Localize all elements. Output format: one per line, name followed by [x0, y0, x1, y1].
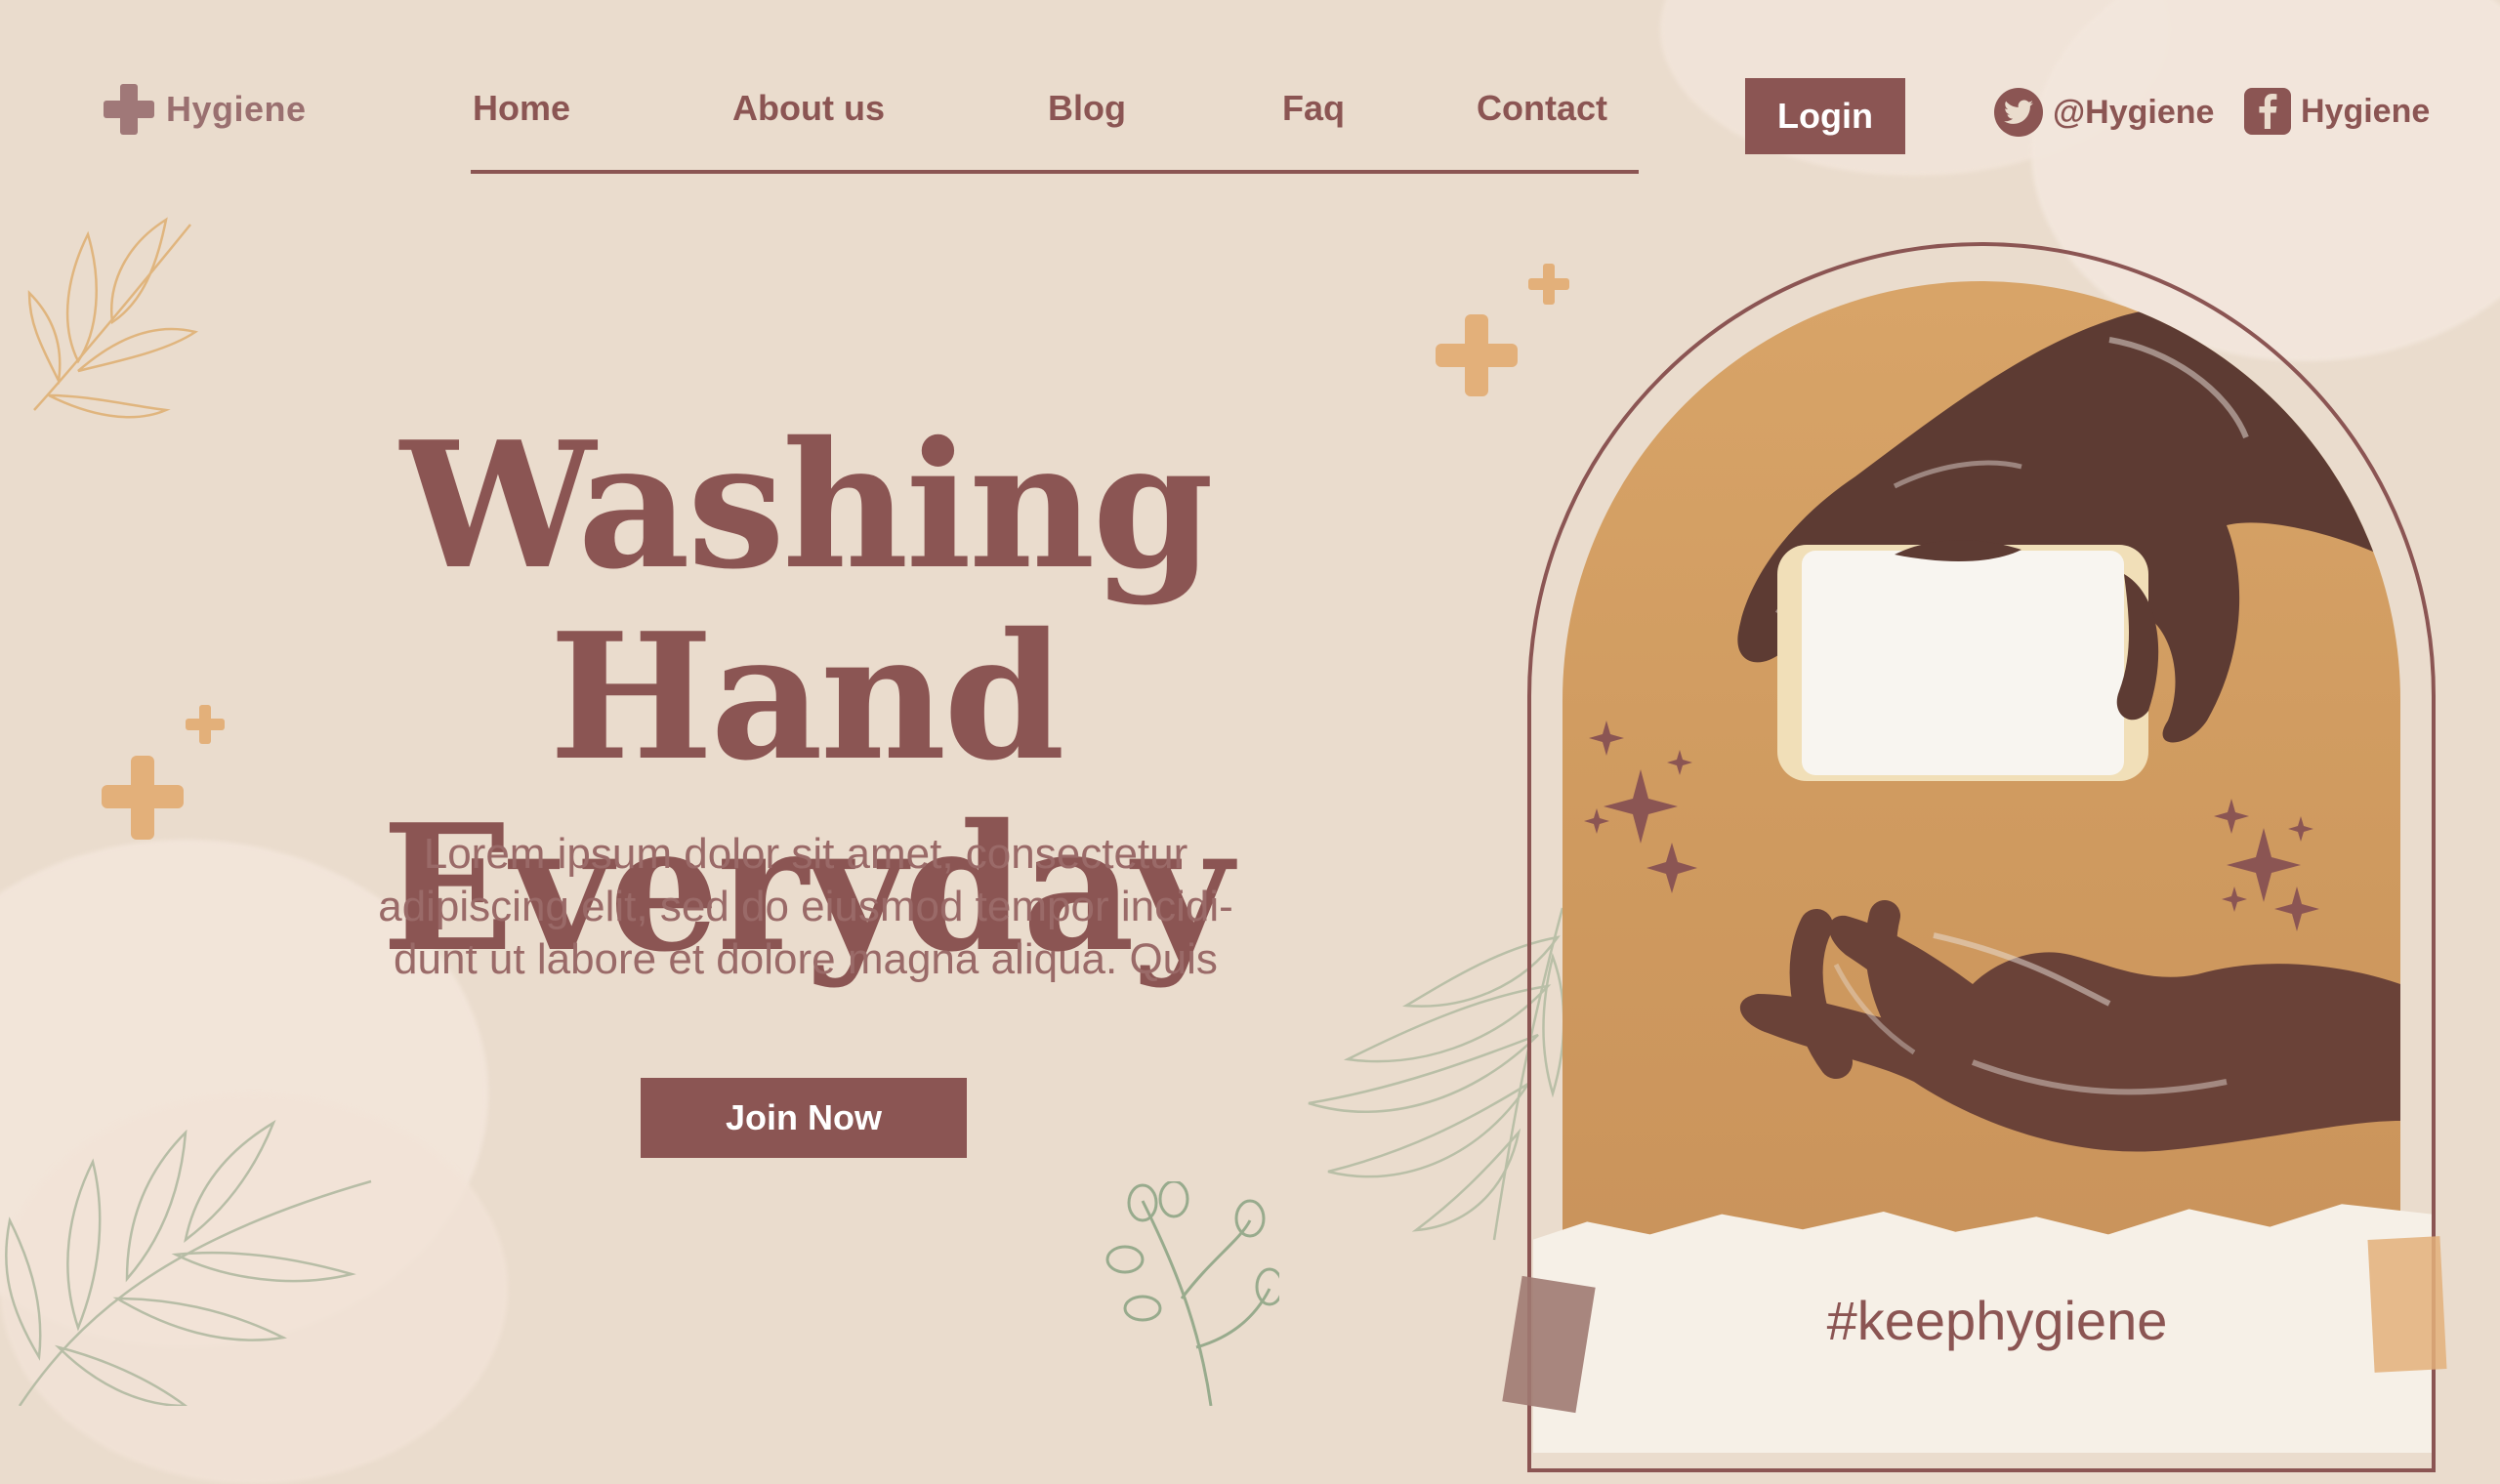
main-nav: Home About us Blog Faq Contact [469, 76, 1641, 174]
description-line: adipiscing elit, sed do eiusmod tempor i… [378, 883, 1233, 930]
description-line: dunt ut labore et dolore magna aliqua. Q… [394, 935, 1218, 983]
brand-logo[interactable]: Hygiene [102, 82, 307, 137]
nav-blog[interactable]: Blog [1048, 88, 1126, 129]
facebook-icon [2244, 88, 2291, 135]
login-button[interactable]: Login [1745, 78, 1905, 154]
leaf-branch-decoration [27, 217, 199, 419]
twitter-handle: @Hygiene [2053, 93, 2215, 131]
nav-about-us[interactable]: About us [732, 88, 885, 129]
tape-decoration [2367, 1236, 2447, 1373]
nav-contact[interactable]: Contact [1477, 88, 1607, 129]
facebook-link[interactable]: Hygiene [2244, 88, 2430, 135]
hashtag-label: #keephygiene [1826, 1290, 2168, 1351]
hero-title-line: Washing Hand [400, 403, 1214, 799]
nav-faq[interactable]: Faq [1282, 88, 1345, 129]
sprig-decoration [1105, 1181, 1279, 1406]
fern-leaf-decoration [5, 1120, 372, 1406]
nav-home[interactable]: Home [473, 88, 570, 129]
join-now-button[interactable]: Join Now [641, 1078, 967, 1158]
twitter-link[interactable]: @Hygiene [1994, 88, 2214, 137]
description-line: Lorem ipsum dolor sit amet, consectetur [423, 830, 1188, 878]
facebook-handle: Hygiene [2301, 92, 2431, 130]
logo-text: Hygiene [166, 89, 307, 129]
nav-underline [471, 170, 1639, 174]
hero-description: Lorem ipsum dolor sit amet, consectetur … [273, 828, 1338, 986]
plus-icon [104, 84, 154, 135]
twitter-icon [1994, 88, 2043, 137]
plus-cluster-decoration [1436, 264, 1569, 396]
